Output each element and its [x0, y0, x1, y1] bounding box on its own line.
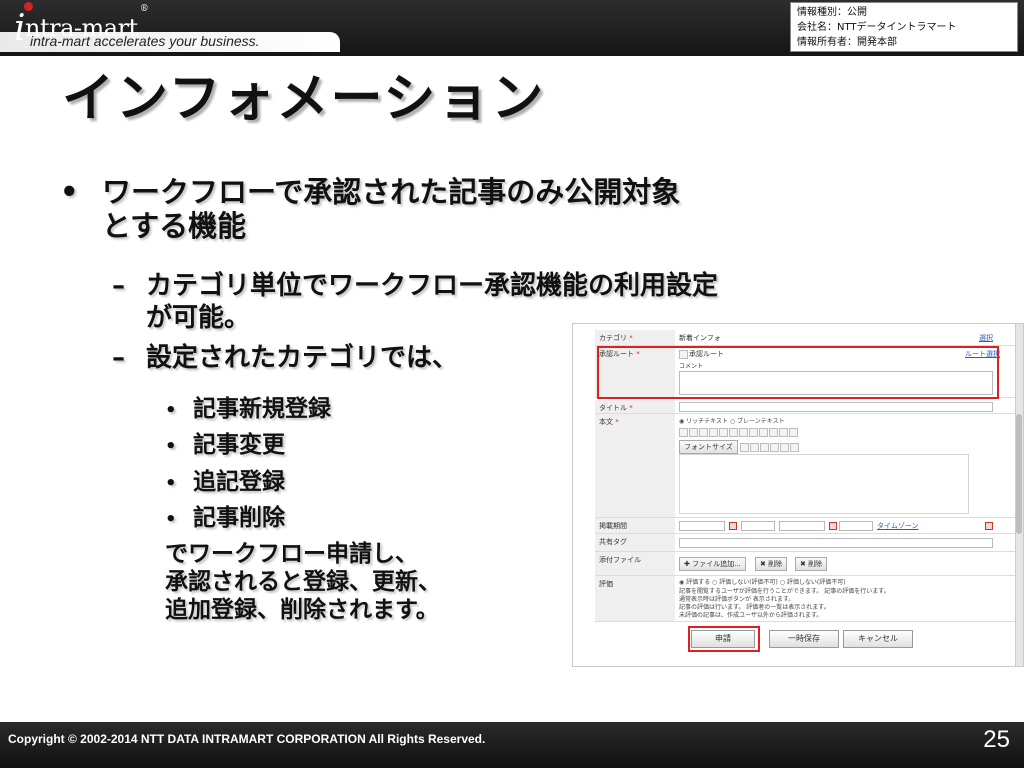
align-justify-icon[interactable] — [759, 428, 768, 437]
attach-label: 添付ファイル — [595, 552, 675, 575]
attach-row: 添付ファイル ✚ ファイル追加... ✖ 削除 ✖ 削除 — [595, 552, 1015, 576]
calendar-icon[interactable] — [729, 522, 737, 530]
tag-row: 共有タグ — [595, 534, 1015, 552]
title-label: タイトル * — [595, 400, 675, 413]
eval-label: 評価 — [595, 576, 675, 621]
align-center-icon[interactable] — [739, 428, 748, 437]
logo-i-glyph: i — [14, 8, 26, 49]
note-line1: でワークフロー申請し、 — [165, 541, 418, 567]
editor-toolbar-row1 — [679, 428, 799, 437]
timezone-link[interactable]: タイムゾーン — [877, 521, 919, 531]
dash-marker: – — [112, 343, 125, 373]
sub-item-text: 追記登録 — [193, 469, 285, 495]
sub-bullet-configured: – 設定されたカテゴリでは、 — [112, 342, 458, 374]
sub-item-marker: • — [165, 436, 177, 457]
category-label: カテゴリ * — [595, 330, 675, 345]
tag-label: 共有タグ — [595, 534, 675, 551]
sub-item-new: • 記事新規登録 — [165, 394, 331, 426]
delete-file-button[interactable]: ✖ 削除 — [755, 557, 788, 571]
workflow-note: でワークフロー申請し、 承認されると登録、更新、 追加登録、削除されます。 — [165, 540, 441, 624]
page-number: 25 — [983, 726, 1010, 753]
editor-mode-options[interactable]: ◉ リッチテキスト ○ プレーンテキスト — [679, 417, 785, 426]
logo-dot — [24, 2, 33, 11]
font-size-select[interactable]: フォントサイズ — [679, 440, 738, 454]
list-icon[interactable] — [740, 442, 750, 452]
add-file-button[interactable]: ✚ ファイル追加... — [679, 557, 746, 571]
font-color-icon[interactable] — [769, 428, 778, 437]
calendar-icon[interactable] — [829, 522, 837, 530]
registered-mark-icon: ® — [139, 4, 149, 14]
sub-item-marker: • — [165, 473, 177, 494]
body-row: 本文 * ◉ リッチテキスト ○ プレーンテキスト フォントサイズ — [595, 414, 1015, 518]
clear-file-button[interactable]: ✖ 削除 — [795, 557, 828, 571]
body-label: 本文 * — [595, 414, 675, 517]
table-icon[interactable] — [780, 442, 790, 452]
indent-icon[interactable] — [760, 442, 770, 452]
sub-item-delete: • 記事削除 — [165, 503, 285, 535]
info-classification-box: 情報種別：公開 会社名：NTTデータイントラマート 情報所有者：開発本部 — [790, 2, 1018, 52]
eval-row: 評価 ◉ 評価する ○ 評価しない(評価不可) ○ 評価しない(評価不可) 記事… — [595, 576, 1015, 622]
link-icon[interactable] — [789, 428, 798, 437]
sub-item-text: 記事変更 — [193, 432, 285, 458]
editor-toolbar-row2: フォントサイズ — [679, 440, 800, 454]
eval-desc4: 未評価の記事は、作成ユーザ以外から評価されます。 — [679, 612, 823, 619]
strike-icon[interactable] — [719, 428, 728, 437]
italic-icon[interactable] — [699, 428, 708, 437]
period-start-time[interactable] — [741, 521, 775, 531]
period-label: 掲載期間 — [595, 518, 675, 533]
category-row: カテゴリ * 新着インフォ 選択 — [595, 330, 1015, 346]
slide-title: インフォメーション — [62, 69, 546, 129]
bullet-marker: • — [60, 175, 79, 209]
copyright-text: Copyright © 2002-2014 NTT DATA INTRAMART… — [8, 732, 486, 746]
period-row: 掲載期間 タイムゾーン — [595, 518, 1015, 534]
info-company: 会社名：NTTデータイントラマート — [797, 22, 957, 33]
new-doc-icon[interactable] — [679, 428, 688, 437]
sub-item-text: 記事新規登録 — [193, 396, 331, 422]
image-icon[interactable] — [790, 442, 800, 452]
numbered-list-icon[interactable] — [750, 442, 760, 452]
article-form-screenshot: カテゴリ * 新着インフォ 選択 承認ルート * 承認ルート ルート選択 コメン… — [572, 323, 1024, 667]
sub-item-marker: • — [165, 400, 177, 421]
bullet-main: • ワークフローで承認された記事のみ公開対象 とする機能 — [60, 175, 960, 243]
sub-bullet-configured-line1: 設定されたカテゴリでは、 — [146, 343, 459, 373]
form-scrollbar[interactable] — [1015, 324, 1023, 666]
intra-mart-logo: i ntra-mart® — [14, 2, 149, 49]
align-left-icon[interactable] — [729, 428, 738, 437]
bullet-main-line2: とする機能 — [102, 209, 247, 243]
info-type: 情報種別：公開 — [797, 7, 867, 18]
title-input[interactable] — [679, 402, 993, 412]
scrollbar-thumb[interactable] — [1016, 414, 1022, 534]
note-line2: 承認されると登録、更新、 — [165, 569, 441, 595]
align-right-icon[interactable] — [749, 428, 758, 437]
temporary-save-button[interactable]: 一時保存 — [769, 630, 839, 648]
sub-item-text: 記事削除 — [193, 505, 285, 531]
workflow-highlight-box — [597, 346, 999, 399]
sub-item-append: • 追記登録 — [165, 467, 285, 499]
category-select-link[interactable]: 選択 — [979, 333, 993, 343]
category-value: 新着インフォ — [679, 334, 721, 342]
highlight-icon[interactable] — [779, 428, 788, 437]
bold-icon[interactable] — [689, 428, 698, 437]
underline-icon[interactable] — [709, 428, 718, 437]
sub-item-marker: • — [165, 509, 177, 530]
period-end-date[interactable] — [779, 521, 825, 531]
title-row: タイトル * — [595, 400, 1015, 414]
tagline: intra-mart accelerates your business. — [30, 33, 260, 49]
apply-highlight-box — [688, 626, 760, 652]
period-start-date[interactable] — [679, 521, 725, 531]
cancel-button[interactable]: キャンセル — [843, 630, 913, 648]
info-owner: 情報所有者：開発本部 — [797, 37, 897, 48]
calendar-clear-icon[interactable] — [985, 522, 993, 530]
sub-item-change: • 記事変更 — [165, 430, 285, 462]
sub-bullet-category-line1: カテゴリ単位でワークフロー承認機能の利用設定 — [146, 271, 719, 301]
body-editor-area[interactable] — [679, 454, 969, 514]
tag-input[interactable] — [679, 538, 993, 548]
period-end-time[interactable] — [839, 521, 873, 531]
note-line3: 追加登録、削除されます。 — [165, 597, 439, 623]
dash-marker: – — [112, 271, 125, 301]
eval-options[interactable]: ◉ 評価する ○ 評価しない(評価不可) ○ 評価しない(評価不可) — [679, 578, 846, 587]
outdent-icon[interactable] — [770, 442, 780, 452]
bullet-main-line1: ワークフローで承認された記事のみ公開対象 — [102, 175, 681, 209]
